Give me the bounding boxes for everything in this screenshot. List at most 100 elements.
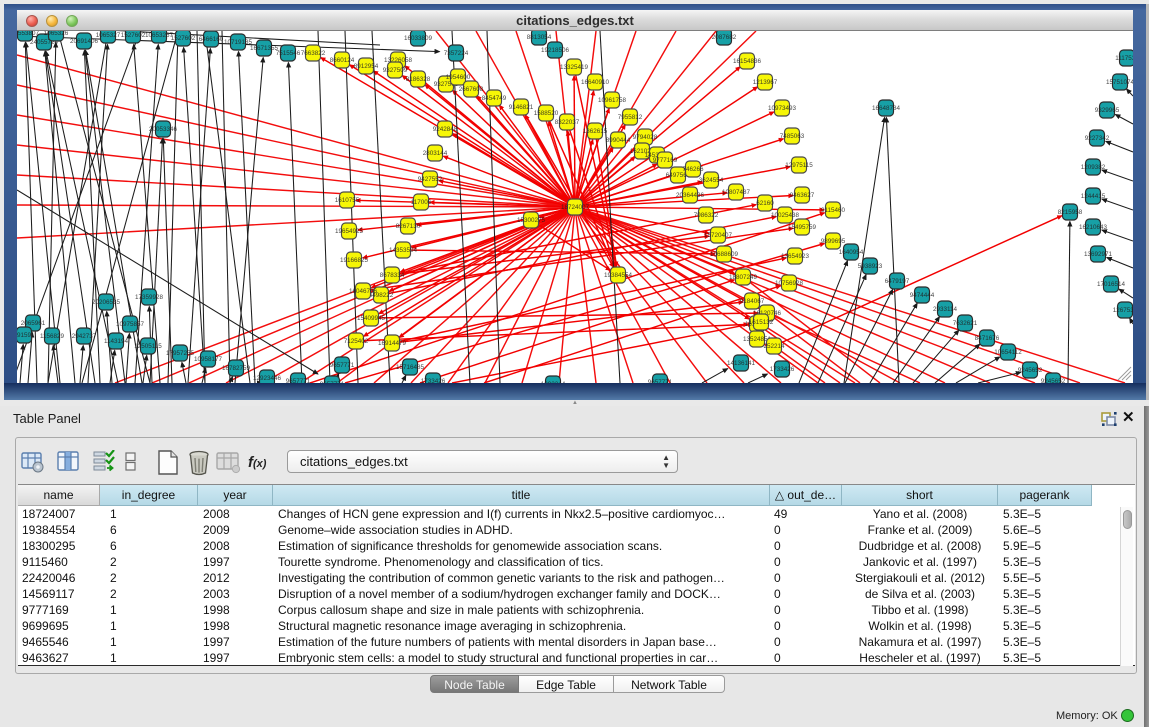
svg-text:17016514: 17016514 — [1097, 281, 1126, 288]
svg-text:13325419: 13325419 — [560, 64, 589, 71]
svg-text:8660124: 8660124 — [330, 57, 355, 64]
svg-text:15495759: 15495759 — [788, 224, 817, 231]
svg-text:7515546: 7515546 — [276, 50, 301, 57]
svg-text:1733426: 1733426 — [770, 366, 795, 373]
svg-text:1615132: 1615132 — [749, 319, 774, 326]
svg-text:17359928: 17359928 — [135, 294, 164, 301]
svg-text:9657771: 9657771 — [330, 362, 355, 369]
svg-text:16648784: 16648784 — [872, 105, 901, 112]
svg-text:9184067: 9184067 — [740, 298, 765, 305]
svg-text:9463627: 9463627 — [790, 192, 815, 199]
svg-text:9115460: 9115460 — [821, 207, 846, 214]
svg-text:20364436: 20364436 — [676, 192, 705, 199]
svg-text:1610755: 1610755 — [335, 197, 360, 204]
svg-text:16640910: 16640910 — [581, 79, 610, 86]
svg-text:1117530: 1117530 — [1115, 55, 1133, 62]
svg-text:1065327: 1065327 — [96, 32, 121, 39]
svg-text:17957255: 17957255 — [166, 350, 195, 357]
svg-text:13654923: 13654923 — [781, 253, 810, 260]
svg-text:8471676: 8471676 — [975, 335, 1000, 342]
svg-text:15720407: 15720407 — [704, 232, 733, 239]
svg-text:1267533: 1267533 — [1113, 307, 1133, 314]
svg-text:9777169: 9777169 — [653, 157, 678, 164]
svg-text:9657771: 9657771 — [286, 378, 311, 383]
svg-text:19218506: 19218506 — [541, 47, 570, 54]
svg-text:9657771: 9657771 — [648, 379, 673, 383]
svg-text:10688609: 10688609 — [710, 251, 739, 258]
svg-text:746266: 746266 — [682, 166, 704, 173]
svg-text:8454749: 8454749 — [482, 95, 507, 102]
svg-text:18724007: 18724007 — [561, 204, 590, 211]
svg-text:7955812: 7955812 — [618, 114, 643, 121]
svg-text:1362615: 1362615 — [583, 128, 608, 135]
svg-text:8215958: 8215958 — [1058, 209, 1083, 216]
svg-text:8322037: 8322037 — [555, 119, 580, 126]
svg-text:1733426: 1733426 — [421, 378, 446, 383]
svg-text:2933114: 2933114 — [933, 306, 958, 313]
svg-text:10553807: 10553807 — [17, 31, 39, 37]
svg-text:19654925: 19654925 — [335, 228, 364, 235]
svg-text:2087682: 2087682 — [712, 34, 737, 41]
svg-text:5938923: 5938923 — [858, 263, 883, 270]
svg-text:9242848: 9242848 — [433, 126, 458, 133]
svg-text:8990444: 8990444 — [606, 137, 631, 144]
svg-text:2667608: 2667608 — [459, 86, 484, 93]
svg-text:19166825: 19166825 — [340, 257, 369, 264]
svg-text:12923446: 12923446 — [253, 375, 282, 382]
svg-text:7663822: 7663822 — [301, 50, 326, 57]
svg-text:20691406: 20691406 — [70, 38, 99, 45]
svg-text:1292344: 1292344 — [541, 381, 566, 383]
svg-text:3624554: 3624554 — [699, 177, 724, 184]
svg-text:10807487: 10807487 — [722, 189, 751, 196]
svg-text:16671355: 16671355 — [250, 45, 279, 52]
svg-text:9899695: 9899695 — [821, 238, 846, 245]
svg-text:10973493: 10973493 — [768, 105, 797, 112]
svg-text:2942737: 2942737 — [72, 333, 97, 340]
svg-text:10653267: 10653267 — [145, 32, 174, 39]
svg-text:8186328: 8186328 — [406, 76, 431, 83]
svg-text:117006: 117006 — [411, 199, 432, 206]
svg-text:9245652: 9245652 — [1041, 378, 1066, 383]
svg-text:18807249: 18807249 — [729, 274, 758, 281]
svg-text:14136141: 14136141 — [727, 360, 756, 367]
svg-text:13692971: 13692971 — [1084, 251, 1113, 258]
svg-text:9327509: 9327509 — [383, 67, 408, 74]
svg-text:15751074: 15751074 — [1106, 79, 1133, 86]
svg-text:9427552: 9427552 — [418, 176, 443, 183]
svg-text:10654112: 10654112 — [994, 349, 1022, 356]
svg-text:2803144: 2803144 — [423, 150, 448, 157]
svg-text:10958177: 10958177 — [194, 356, 223, 363]
svg-text:7125402: 7125402 — [344, 338, 369, 345]
svg-text:9794028: 9794028 — [633, 134, 658, 141]
svg-text:16782759: 16782759 — [222, 365, 251, 372]
svg-text:16154836: 16154836 — [733, 58, 762, 65]
svg-text:8678334: 8678334 — [380, 272, 405, 279]
svg-text:391591: 391591 — [17, 332, 35, 339]
svg-text:9329965: 9329965 — [1095, 107, 1120, 114]
svg-text:9227342: 9227342 — [1085, 135, 1110, 142]
svg-text:15716485: 15716485 — [396, 364, 425, 371]
svg-text:8813054: 8813054 — [527, 34, 552, 41]
svg-text:10025438: 10025438 — [771, 212, 800, 219]
svg-text:7485063: 7485063 — [780, 133, 805, 140]
svg-text:1527602: 1527602 — [121, 32, 146, 39]
svg-text:15409945: 15409945 — [357, 315, 386, 322]
svg-text:1640954: 1640954 — [839, 249, 864, 256]
svg-text:20206535: 20206535 — [92, 299, 121, 306]
svg-text:10756928: 10756928 — [775, 280, 804, 287]
svg-text:8267130: 8267130 — [396, 223, 421, 230]
svg-text:15300275: 15300275 — [517, 217, 546, 224]
svg-text:9146821: 9146821 — [509, 104, 534, 111]
svg-text:2065961: 2065961 — [21, 320, 46, 327]
svg-text:10975857: 10975857 — [116, 321, 145, 328]
svg-text:16210643: 16210643 — [1079, 224, 1108, 231]
svg-text:16914479: 16914479 — [378, 340, 407, 347]
svg-text:6466160: 6466160 — [199, 36, 224, 43]
svg-text:6479197: 6479197 — [885, 278, 910, 285]
svg-text:1156829: 1156829 — [40, 333, 65, 340]
svg-text:1065326: 1065326 — [44, 31, 69, 37]
svg-text:9657771: 9657771 — [320, 381, 345, 383]
svg-text:1588520: 1588520 — [534, 110, 559, 117]
svg-text:1244415: 1244415 — [1081, 193, 1106, 200]
svg-text:1213967: 1213967 — [753, 79, 778, 86]
